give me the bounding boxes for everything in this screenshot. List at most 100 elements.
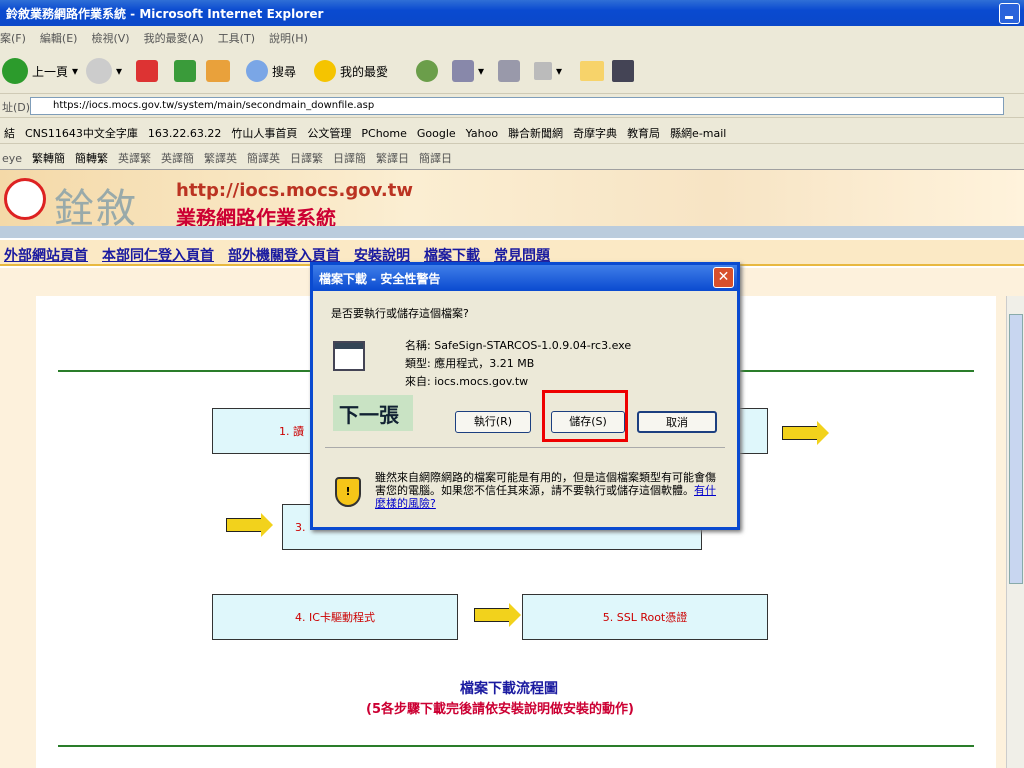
dialog-question: 是否要執行或儲存這個檔案? — [331, 307, 469, 320]
mail-button[interactable]: ▾ — [452, 56, 484, 86]
print-button[interactable] — [498, 56, 520, 86]
dialog-separator — [325, 447, 725, 448]
file-type: 應用程式，3.21 MB — [434, 357, 535, 370]
nav-external-home[interactable]: 外部網站頁首 — [4, 248, 88, 264]
flow-subtitle: (5各步驟下載完後請依安裝說明做安裝的動作) — [366, 702, 634, 717]
toolbar: 上一頁 ▾ ▾ 搜尋 我的最愛 ▾ ▾ — [0, 48, 1024, 94]
security-warning-text: 雖然來自網際網路的檔案可能是有用的，但是這個檔案類型有可能會傷害您的電腦。如果您… — [375, 471, 716, 510]
home-button[interactable] — [206, 56, 230, 86]
stop-icon — [136, 60, 158, 82]
minimize-button[interactable] — [999, 3, 1020, 24]
highlight-box — [542, 390, 628, 442]
frame-divider[interactable] — [0, 226, 1024, 238]
link-item[interactable]: Yahoo — [466, 127, 498, 140]
site-logo — [4, 178, 46, 220]
address-label: 址(D) — [2, 101, 31, 114]
flow-step-5[interactable]: 5. SSL Root憑證 — [522, 594, 768, 640]
history-icon — [416, 60, 438, 82]
folder-icon — [580, 61, 604, 81]
back-button[interactable]: 上一頁 ▾ — [2, 56, 78, 86]
translate-item[interactable]: 簡譯日 — [419, 152, 452, 165]
link-item[interactable]: 聯合新聞網 — [508, 127, 563, 140]
translate-item[interactable]: 日譯繁 — [290, 152, 323, 165]
eye-label: eye — [2, 152, 23, 165]
nav-internal-login[interactable]: 本部同仁登入頁首 — [102, 248, 214, 264]
link-item[interactable]: 教育局 — [627, 127, 660, 140]
stop-button[interactable] — [136, 56, 158, 86]
site-banner: 銓敘 http://iocs.mocs.gov.tw 業務網路作業系統 — [0, 170, 1024, 226]
mail-icon — [452, 60, 474, 82]
star-icon — [314, 60, 336, 82]
address-input[interactable]: https://iocs.mocs.gov.tw/system/main/sec… — [30, 97, 1004, 115]
menu-file[interactable]: 案(F) — [0, 32, 26, 45]
translate-item[interactable]: 日譯簡 — [333, 152, 366, 165]
convert-trad-simp[interactable]: 繁轉簡 — [32, 152, 65, 165]
next-slide-label[interactable]: 下一張 — [333, 395, 413, 431]
translate-item[interactable]: 英譯繁 — [118, 152, 151, 165]
window-titlebar: 鈴敘業務網路作業系統 - Microsoft Internet Explorer — [0, 0, 1024, 26]
flow-arrow — [782, 421, 829, 445]
favorites-button[interactable]: 我的最愛 — [314, 56, 388, 86]
close-icon[interactable]: ✕ — [713, 267, 734, 288]
link-item[interactable]: 竹山人事首頁 — [231, 127, 297, 140]
cancel-button[interactable]: 取消 — [637, 411, 717, 433]
file-source: iocs.mocs.gov.tw — [434, 375, 529, 388]
url-text: https://iocs.mocs.gov.tw/system/main/sec… — [53, 100, 375, 111]
links-label: 結 — [4, 127, 15, 140]
home-icon — [206, 60, 230, 82]
search-button[interactable]: 搜尋 — [246, 56, 296, 86]
translate-bar: eye 繁轉簡 簡轉繁 英譯繁 英譯簡 繁譯英 簡譯英 日譯繁 日譯簡 繁譯日 簡譯日 — [0, 144, 1024, 170]
link-item[interactable]: CNS11643中文全字庫 — [25, 127, 138, 140]
menu-favorites[interactable]: 我的最愛(A) — [144, 32, 204, 45]
menu-bar: 案(F) 編輯(E) 檢視(V) 我的最愛(A) 工具(T) 說明(H) — [0, 26, 1024, 48]
research-button[interactable] — [612, 56, 634, 86]
file-name-row: 名稱: SafeSign-STARCOS-1.0.9.04-rc3.exe — [405, 339, 632, 352]
search-icon — [246, 60, 268, 82]
menu-help[interactable]: 說明(H) — [269, 32, 308, 45]
convert-simp-trad[interactable]: 簡轉繁 — [75, 152, 108, 165]
link-item[interactable]: 163.22.63.22 — [148, 127, 221, 140]
flow-title: 檔案下載流程圖 — [460, 681, 558, 697]
menu-edit[interactable]: 編輯(E) — [40, 32, 78, 45]
banner-system-name: 業務網路作業系統 — [176, 206, 336, 226]
flow-arrow — [474, 603, 521, 627]
application-file-icon — [333, 341, 365, 371]
forward-arrow-icon — [86, 58, 112, 84]
history-button[interactable] — [416, 56, 438, 86]
translate-item[interactable]: 英譯簡 — [161, 152, 194, 165]
link-item[interactable]: 縣網e-mail — [670, 127, 726, 140]
flow-step-1[interactable]: 1. 讀 — [212, 408, 312, 454]
edit-button[interactable]: ▾ — [534, 56, 562, 86]
scroll-thumb[interactable] — [1009, 314, 1023, 584]
vertical-scrollbar[interactable] — [1006, 296, 1024, 768]
address-bar: 址(D) https://iocs.mocs.gov.tw/system/mai… — [0, 94, 1024, 118]
file-type-row: 類型: 應用程式，3.21 MB — [405, 357, 535, 370]
dialog-titlebar: 檔案下載 - 安全性警告 ✕ — [313, 265, 737, 291]
flow-step-2[interactable] — [738, 408, 768, 454]
menu-tools[interactable]: 工具(T) — [218, 32, 255, 45]
refresh-button[interactable] — [174, 56, 196, 86]
security-warning-dialog: 檔案下載 - 安全性警告 ✕ 是否要執行或儲存這個檔案? 名稱: SafeSign… — [310, 262, 740, 530]
translate-item[interactable]: 繁譯日 — [376, 152, 409, 165]
forward-button[interactable]: ▾ — [86, 56, 122, 86]
link-item[interactable]: Google — [417, 127, 456, 140]
run-button[interactable]: 執行(R) — [455, 411, 531, 433]
translate-item[interactable]: 繁譯英 — [204, 152, 237, 165]
shield-warning-icon: ! — [335, 477, 361, 507]
research-icon — [612, 60, 634, 82]
flow-step-4[interactable]: 4. IC卡驅動程式 — [212, 594, 458, 640]
link-item[interactable]: 奇摩字典 — [573, 127, 617, 140]
menu-view[interactable]: 檢視(V) — [91, 32, 129, 45]
edit-icon — [534, 62, 552, 80]
file-source-row: 來自: iocs.mocs.gov.tw — [405, 375, 529, 388]
file-name: SafeSign-STARCOS-1.0.9.04-rc3.exe — [434, 339, 632, 352]
banner-logo-text: 銓敘 — [54, 186, 138, 226]
print-icon — [498, 60, 520, 82]
link-item[interactable]: 公文管理 — [307, 127, 351, 140]
link-item[interactable]: PChome — [361, 127, 407, 140]
translate-item[interactable]: 簡譯英 — [247, 152, 280, 165]
folder-button[interactable] — [580, 56, 604, 86]
links-bar: 結 CNS11643中文全字庫 163.22.63.22 竹山人事首頁 公文管理 PCho… — [0, 118, 1024, 144]
banner-url: http://iocs.mocs.gov.tw — [176, 180, 413, 201]
back-arrow-icon — [2, 58, 28, 84]
